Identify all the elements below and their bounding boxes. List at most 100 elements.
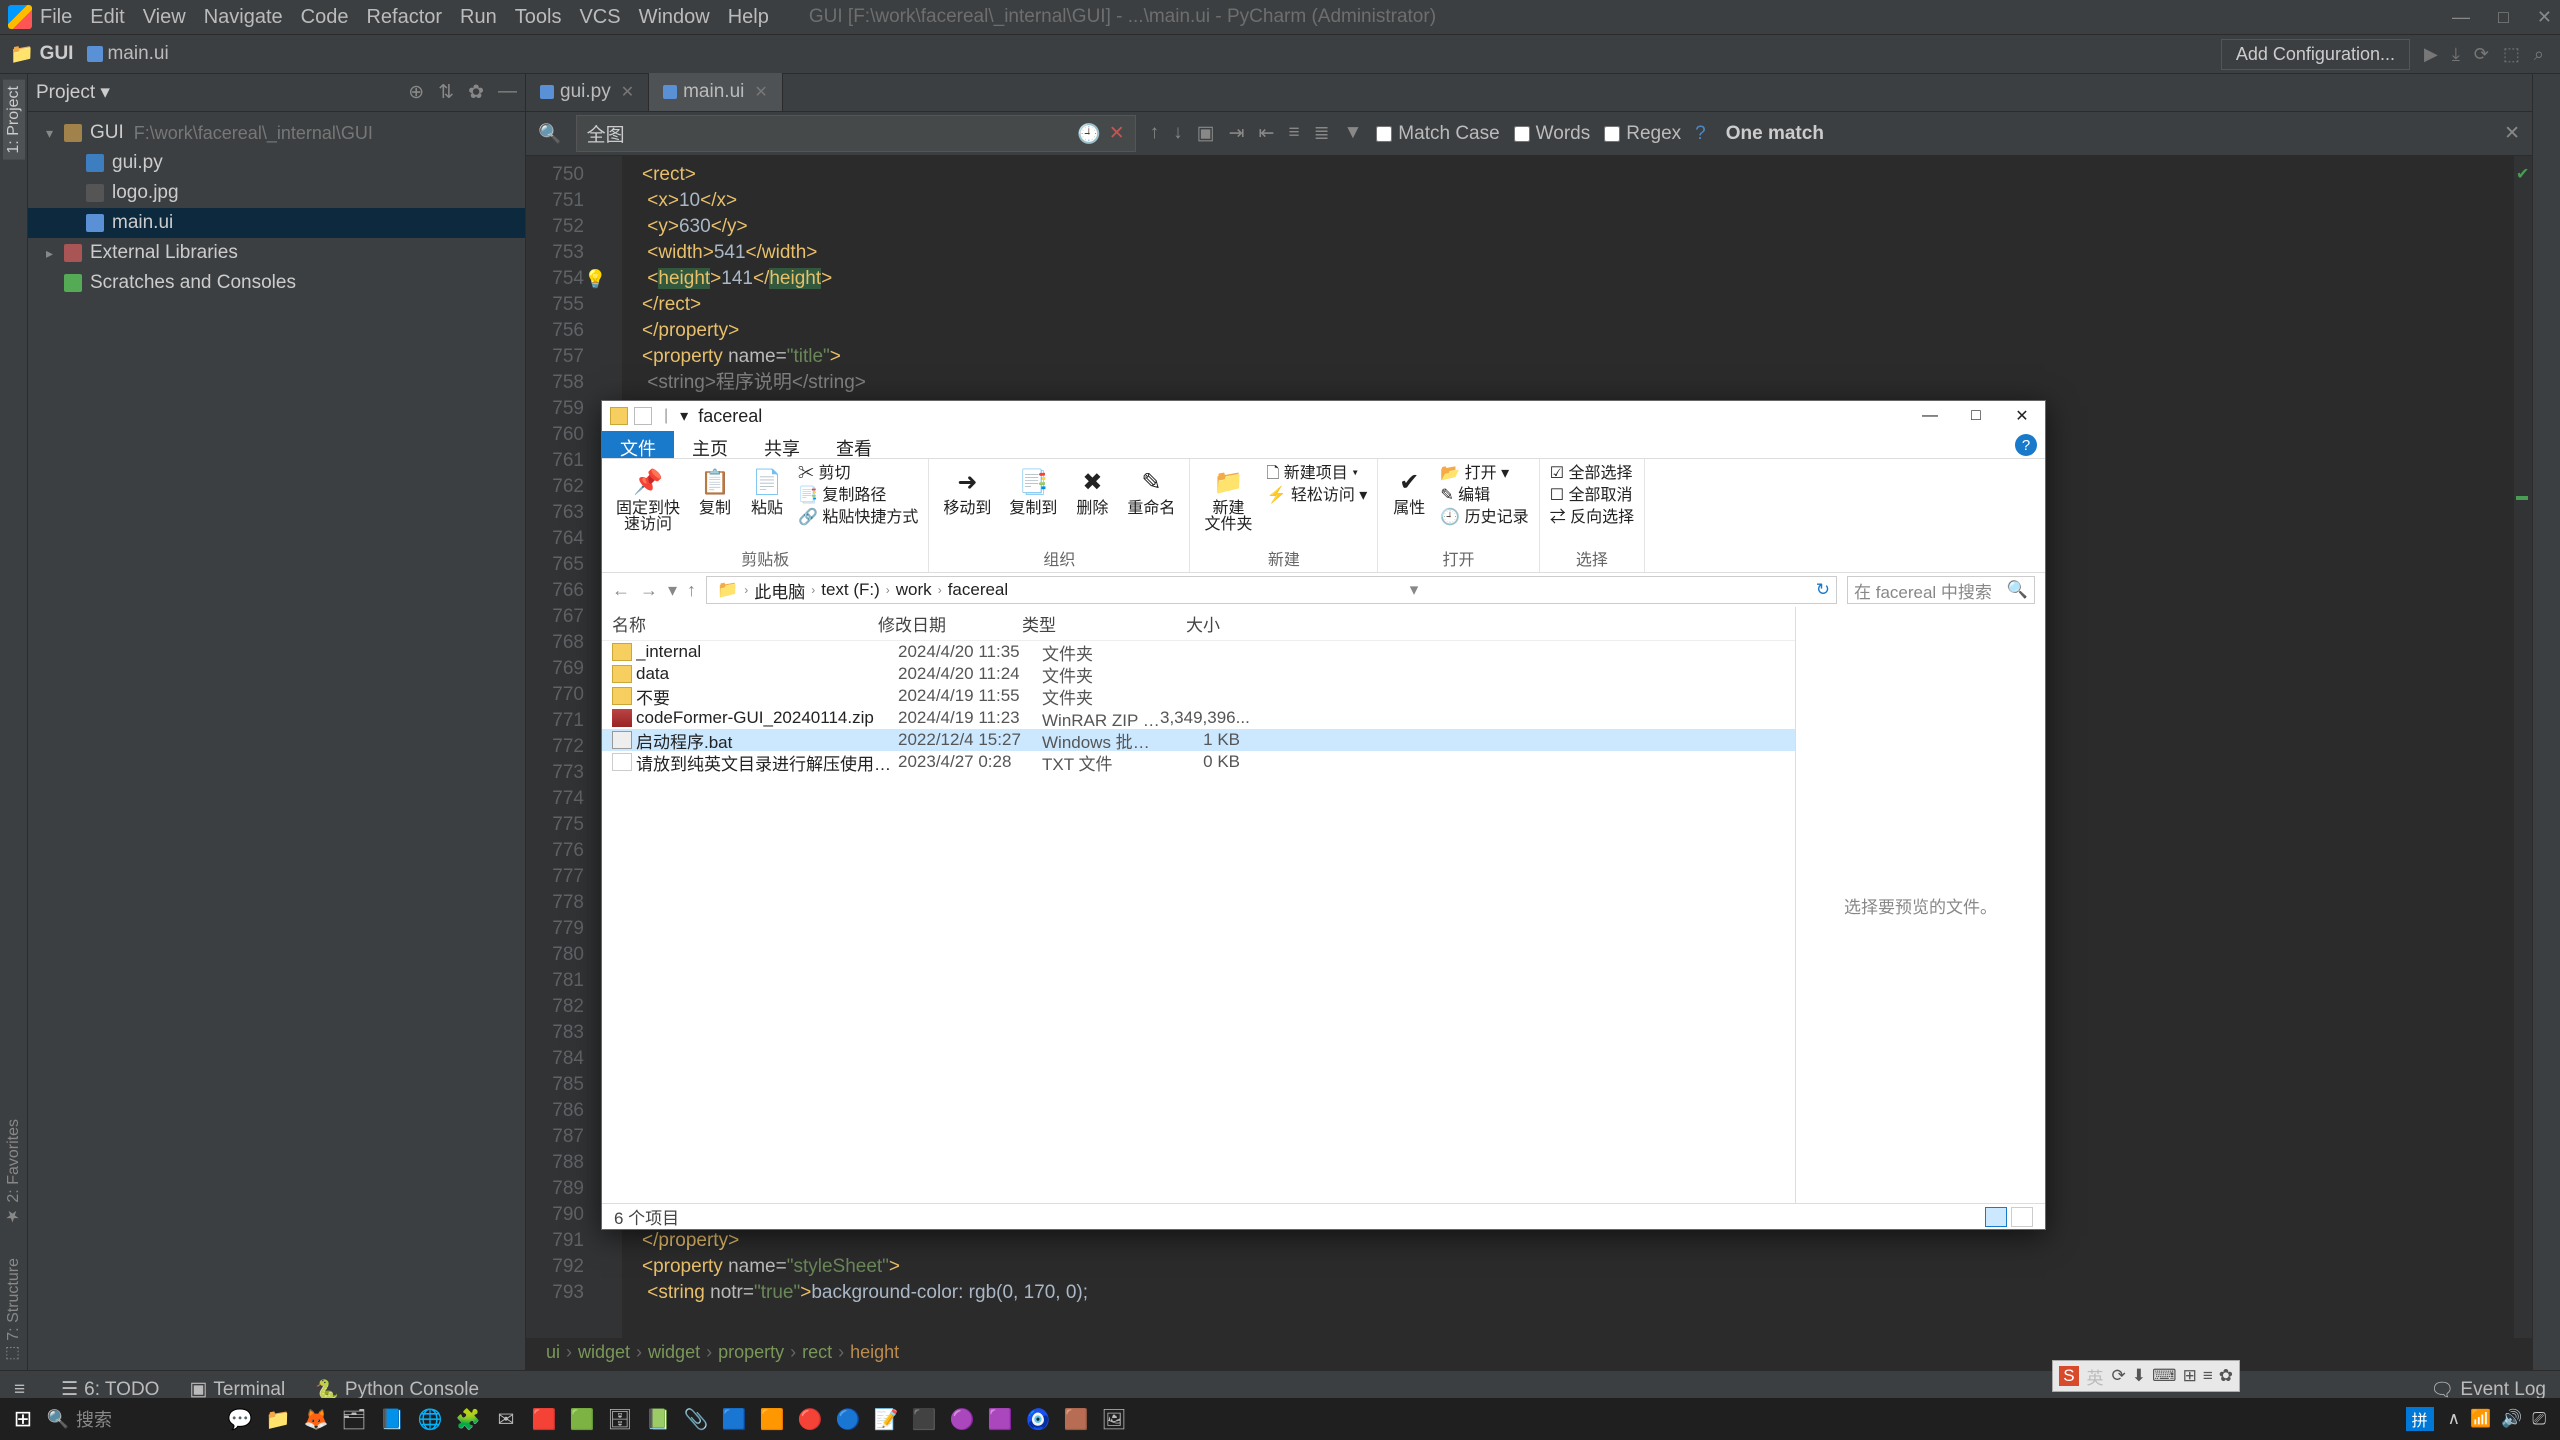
explorer-titlebar[interactable]: |▾ facereal —□✕ xyxy=(602,401,2045,431)
taskbar-app[interactable]: 🟫 xyxy=(1058,1400,1094,1438)
sidebar-toolbar-icon[interactable]: ✿ xyxy=(468,81,484,104)
find-option-icon[interactable]: ≡ xyxy=(1288,122,1299,145)
file-row[interactable]: data2024/4/20 11:24文件夹 xyxy=(602,663,1795,685)
search-input[interactable]: 全图🕘✕ xyxy=(576,115,1136,152)
file-row[interactable]: 请放到纯英文目录进行解压使用，不要放...2023/4/27 0:28TXT 文… xyxy=(602,751,1795,773)
sidebar-toolbar-icon[interactable]: ⇅ xyxy=(438,81,454,104)
find-option-icon[interactable]: ▼ xyxy=(1343,122,1362,145)
help-icon[interactable]: ? xyxy=(1695,123,1706,145)
taskbar-app[interactable]: 🌐 xyxy=(412,1400,448,1438)
ime-mode[interactable]: 英 xyxy=(2087,1364,2104,1389)
ribbon-button[interactable]: 📑复制到 xyxy=(1005,463,1061,519)
taskbar-app[interactable]: 🧩 xyxy=(450,1400,486,1438)
taskbar-app[interactable]: ✉ xyxy=(488,1400,524,1438)
sidebar-toolbar-icon[interactable]: ⊕ xyxy=(408,81,424,104)
tree-node[interactable]: main.ui xyxy=(28,208,525,238)
breadcrumb-item[interactable]: ui xyxy=(546,1342,560,1362)
tree-node[interactable]: Scratches and Consoles xyxy=(28,268,525,298)
window-control[interactable]: ✕ xyxy=(2537,7,2552,28)
ribbon-mini-button[interactable]: 📂 打开 ▾ xyxy=(1440,463,1528,485)
breadcrumb-item[interactable]: height xyxy=(850,1342,899,1362)
find-option-icon[interactable]: ⇤ xyxy=(1259,122,1275,145)
ime-icon[interactable]: ≡ xyxy=(2203,1366,2213,1386)
tree-node[interactable]: ▾GUIF:\work\facereal\_internal\GUI xyxy=(28,118,525,148)
taskbar-app[interactable]: 🔵 xyxy=(830,1400,866,1438)
menu-window[interactable]: Window xyxy=(639,6,710,29)
find-option-icon[interactable]: ⇥ xyxy=(1229,122,1245,145)
close-find-icon[interactable]: ✕ xyxy=(2504,122,2520,145)
history-icon[interactable]: 🕘 xyxy=(1077,122,1101,146)
ime-icon[interactable]: ✿ xyxy=(2219,1366,2233,1386)
file-row[interactable]: codeFormer-GUI_20240114.zip2024/4/19 11:… xyxy=(602,707,1795,729)
ribbon-button[interactable]: ✎重命名 xyxy=(1123,463,1179,519)
path-segment[interactable]: facereal xyxy=(944,580,1012,600)
regex-checkbox[interactable]: Regex xyxy=(1604,123,1681,145)
taskbar-app[interactable]: 📝 xyxy=(868,1400,904,1438)
project-tool-tab[interactable]: 1: Project xyxy=(3,80,25,160)
column-headers[interactable]: 名称修改日期类型大小 xyxy=(602,607,1795,641)
menu-navigate[interactable]: Navigate xyxy=(204,6,283,29)
favorites-tool-tab[interactable]: ★ 2: Favorites xyxy=(2,1113,25,1232)
start-button[interactable]: ⊞ xyxy=(2,1398,44,1440)
taskbar-app[interactable]: 🟥 xyxy=(526,1400,562,1438)
column-header[interactable]: 名称 xyxy=(612,611,878,636)
window-control[interactable]: □ xyxy=(2498,7,2509,28)
ribbon-mini-button[interactable]: ✎ 编辑 xyxy=(1440,485,1528,507)
menu-run[interactable]: Run xyxy=(460,6,497,29)
path-dropdown-icon[interactable]: ▾ xyxy=(1410,580,1419,600)
breadcrumb-item[interactable]: property xyxy=(718,1342,784,1362)
ime-indicator[interactable]: 拼 xyxy=(2406,1407,2434,1431)
ribbon-mini-button[interactable]: 🔗 粘贴快捷方式 xyxy=(798,507,918,529)
taskbar-app[interactable]: 📘 xyxy=(374,1400,410,1438)
ribbon-tab[interactable]: 查看 xyxy=(818,431,890,458)
add-configuration-button[interactable]: Add Configuration... xyxy=(2221,39,2410,70)
column-header[interactable]: 修改日期 xyxy=(878,611,1022,636)
clear-icon[interactable]: ✕ xyxy=(1109,122,1125,145)
ribbon-help-icon[interactable]: ? xyxy=(2015,434,2037,456)
taskbar-app[interactable]: 🟧 xyxy=(754,1400,790,1438)
find-option-icon[interactable]: ≣ xyxy=(1314,122,1330,145)
address-bar[interactable]: 📁›此电脑›text (F:)›work›facereal ▾ ↻ xyxy=(706,576,1837,604)
taskbar-app[interactable]: 🟦 xyxy=(716,1400,752,1438)
ribbon-mini-button[interactable]: ⇄ 反向选择 xyxy=(1550,507,1634,529)
ime-icon[interactable]: ⊞ xyxy=(2183,1366,2197,1386)
file-row[interactable]: _internal2024/4/20 11:35文件夹 xyxy=(602,641,1795,663)
find-option-icon[interactable]: ↓ xyxy=(1173,122,1183,145)
ribbon-mini-button[interactable]: 📑 复制路径 xyxy=(798,485,918,507)
toolbar-icon[interactable]: ▶ xyxy=(2424,44,2438,65)
taskbar-app[interactable]: 🗄 xyxy=(602,1400,638,1438)
tray-icon[interactable]: 📶 xyxy=(2470,1409,2491,1429)
quick-access-icon[interactable] xyxy=(634,407,652,425)
ribbon-tab[interactable]: 文件 xyxy=(602,431,674,458)
ribbon-button[interactable]: 📁新建文件夹 xyxy=(1200,463,1256,535)
taskbar-app[interactable]: 🔴 xyxy=(792,1400,828,1438)
refresh-icon[interactable]: ↻ xyxy=(1816,580,1830,600)
structure-tool-tab[interactable]: ⬚ 7: Structure xyxy=(2,1252,25,1370)
taskbar-app[interactable]: 🗂 xyxy=(336,1400,372,1438)
toolbar-icon[interactable]: ⬚ xyxy=(2503,44,2520,65)
find-option-icon[interactable]: ▣ xyxy=(1197,122,1215,145)
qat-dropdown-icon[interactable]: ▾ xyxy=(680,406,688,426)
path-segment[interactable]: work xyxy=(892,580,936,600)
menu-edit[interactable]: Edit xyxy=(90,6,124,29)
ribbon-mini-button[interactable]: 🕘 历史记录 xyxy=(1440,507,1528,529)
nav-button[interactable]: → xyxy=(640,580,658,601)
ribbon-mini-button[interactable]: ☐ 全部取消 xyxy=(1550,485,1634,507)
explorer-search-input[interactable]: 在 facereal 中搜索🔍 xyxy=(1847,576,2035,604)
taskbar-search-text[interactable]: 搜索 xyxy=(76,1406,216,1432)
ribbon-mini-button[interactable]: 🗋 新建项目 ▾ xyxy=(1266,463,1367,485)
current-file[interactable]: main.ui xyxy=(87,43,168,65)
taskbar-app[interactable]: 📎 xyxy=(678,1400,714,1438)
toolbar-icon[interactable]: ⤓ xyxy=(2452,44,2460,65)
menu-tools[interactable]: Tools xyxy=(515,6,562,29)
ime-icon[interactable]: ⌨ xyxy=(2152,1366,2177,1386)
words-checkbox[interactable]: Words xyxy=(1514,123,1591,145)
ime-icon[interactable]: ⬇ xyxy=(2132,1366,2146,1386)
tray-icon[interactable]: ⎚ xyxy=(2532,1409,2546,1429)
path-segment[interactable]: text (F:) xyxy=(817,580,884,600)
path-segment[interactable]: 📁 xyxy=(713,580,742,600)
taskbar-app[interactable]: 🦊 xyxy=(298,1400,334,1438)
taskbar-app[interactable]: ⬛ xyxy=(906,1400,942,1438)
toolbar-icon[interactable]: ⌕ xyxy=(2534,44,2544,65)
ime-icon[interactable]: ⟳ xyxy=(2112,1366,2126,1386)
